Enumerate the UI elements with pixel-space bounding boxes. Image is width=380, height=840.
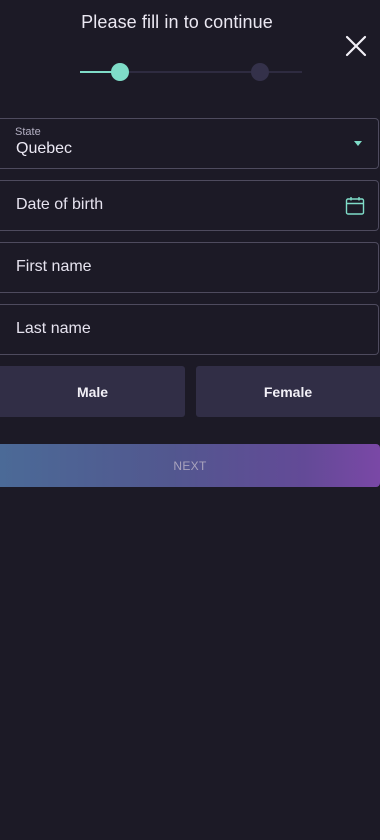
next-button[interactable]: NEXT	[0, 444, 380, 487]
male-button[interactable]: Male	[0, 366, 185, 417]
close-icon	[345, 35, 367, 57]
step-2-indicator	[251, 63, 269, 81]
first-name-placeholder: First name	[16, 258, 92, 275]
state-label: State	[15, 126, 41, 138]
chevron-down-icon	[354, 141, 362, 146]
date-of-birth-placeholder: Date of birth	[16, 196, 104, 213]
page-title: Please fill in to continue	[81, 12, 273, 32]
registration-screen: Please fill in to continue State Quebec …	[0, 0, 380, 840]
state-select[interactable]: State Quebec	[0, 118, 379, 169]
last-name-placeholder: Last name	[16, 320, 91, 337]
first-name-field[interactable]: First name	[0, 242, 379, 293]
date-of-birth-field[interactable]: Date of birth	[0, 180, 379, 231]
state-value: Quebec	[16, 140, 73, 157]
step-1-indicator	[111, 63, 129, 81]
close-button[interactable]	[344, 34, 368, 58]
calendar-icon[interactable]	[345, 196, 365, 216]
step-progress	[80, 62, 302, 82]
last-name-field[interactable]: Last name	[0, 304, 379, 355]
female-button[interactable]: Female	[196, 366, 380, 417]
